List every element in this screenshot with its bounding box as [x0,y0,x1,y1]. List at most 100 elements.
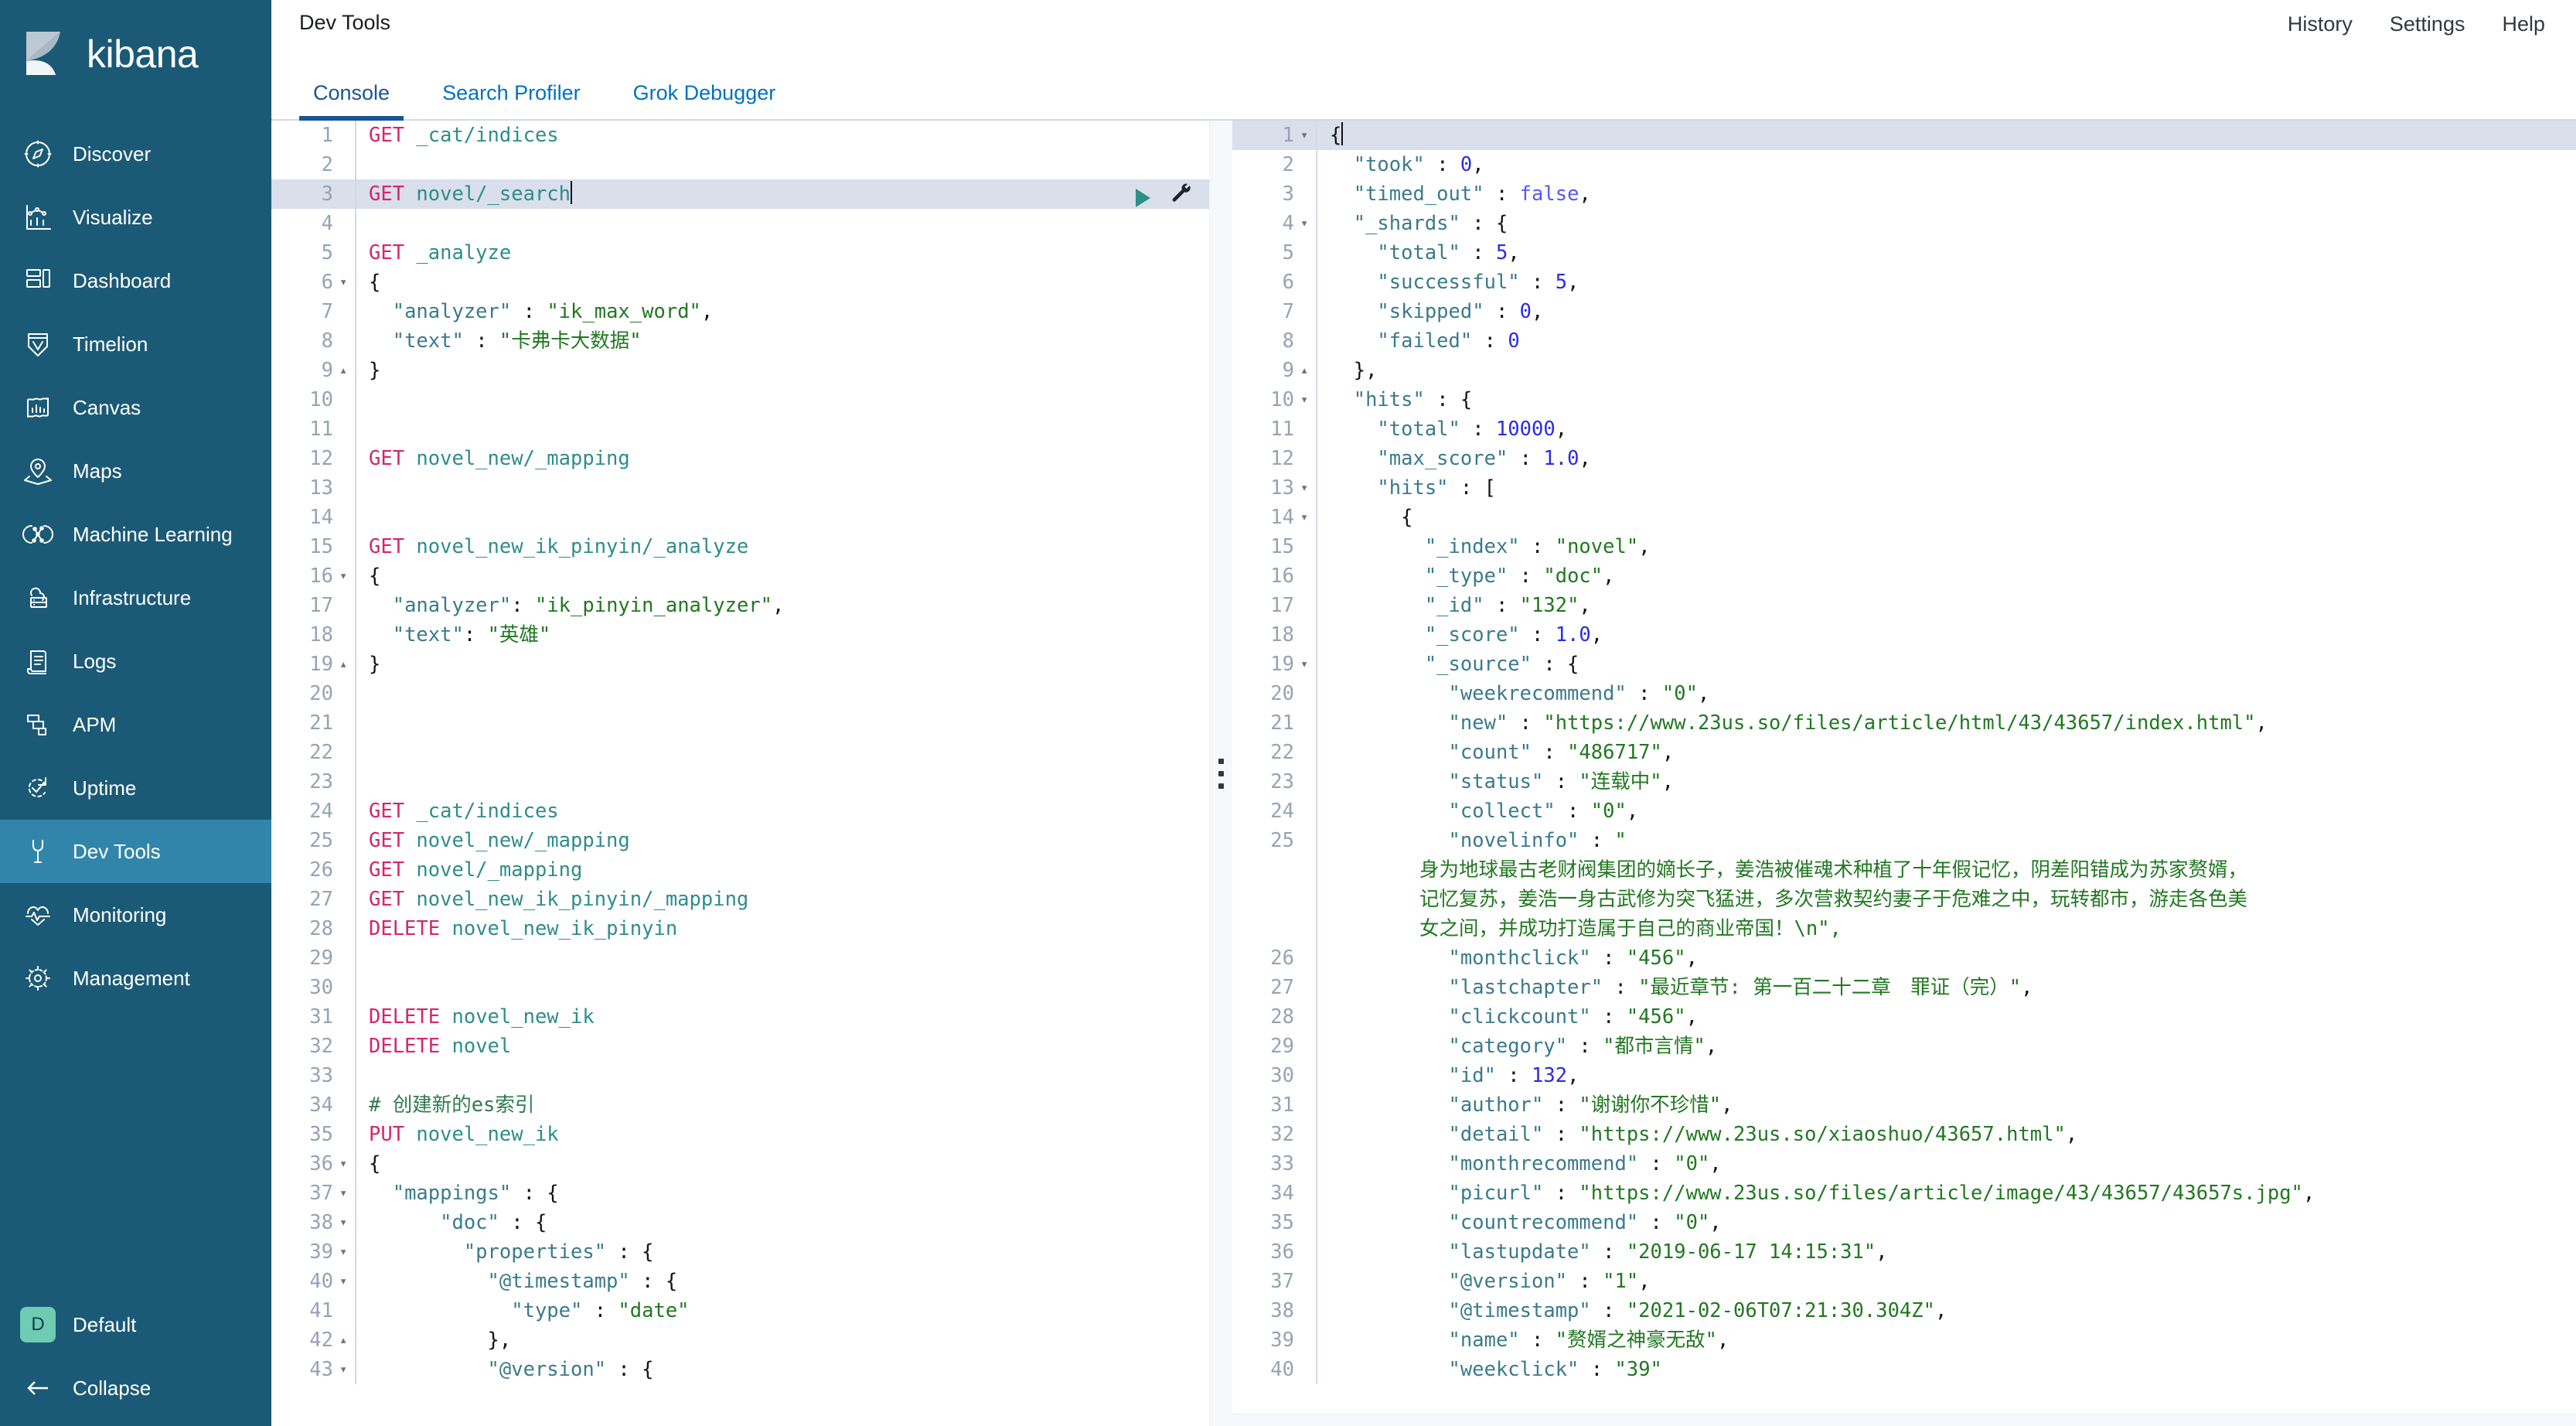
code-line[interactable]: 1▾{ [1232,121,2576,150]
fold-toggle-icon[interactable]: ▾ [1299,650,1316,679]
code-line[interactable]: 1GET _cat/indices [271,121,1209,150]
code-line[interactable]: 8 "failed" : 0 [1232,326,2576,356]
sidebar-item-space-default[interactable]: D Default [0,1293,271,1356]
fold-toggle-icon[interactable]: ▴ [338,356,355,385]
sidebar-item-dev-tools[interactable]: Dev Tools [0,820,271,883]
code-line[interactable]: 3GET novel/_search [271,179,1209,209]
code-line[interactable]: 28 "clickcount" : "456", [1232,1002,2576,1032]
code-line[interactable]: 7 "analyzer" : "ik_max_word", [271,297,1209,326]
code-line[interactable]: 40 "weekclick" : "39" [1232,1355,2576,1384]
code-line[interactable]: 29 "category" : "都市言情", [1232,1032,2576,1061]
fold-toggle-icon[interactable]: ▾ [338,1179,355,1208]
sidebar-item-apm[interactable]: APM [0,693,271,756]
code-line[interactable]: 30 [271,973,1209,1002]
code-line[interactable]: 13 [271,473,1209,503]
code-line[interactable]: 12GET novel_new/_mapping [271,444,1209,473]
code-line[interactable]: 2 "took" : 0, [1232,150,2576,179]
code-line[interactable]: 35 "countrecommend" : "0", [1232,1208,2576,1237]
code-line[interactable]: 30 "id" : 132, [1232,1061,2576,1090]
code-line[interactable]: 5 "total" : 5, [1232,238,2576,268]
code-line[interactable]: 21 "new" : "https://www.23us.so/files/ar… [1232,708,2576,738]
fold-toggle-icon[interactable]: ▾ [1299,473,1316,503]
fold-toggle-icon[interactable]: ▾ [338,268,355,297]
code-line[interactable]: 32 "detail" : "https://www.23us.so/xiaos… [1232,1120,2576,1149]
code-line[interactable]: 40▾ "@timestamp" : { [271,1267,1209,1296]
code-line[interactable]: 34 "picurl" : "https://www.23us.so/files… [1232,1179,2576,1208]
code-line[interactable]: 11 [271,414,1209,444]
code-line[interactable]: 29 [271,943,1209,973]
sidebar-item-maps[interactable]: Maps [0,439,271,503]
code-line[interactable]: 19▴} [271,650,1209,679]
fold-toggle-icon[interactable]: ▾ [338,561,355,591]
code-line[interactable]: 26 "monthclick" : "456", [1232,943,2576,973]
code-line[interactable]: 23 [271,767,1209,797]
sidebar-item-machine-learning[interactable]: Machine Learning [0,503,271,566]
code-line[interactable]: 27 "lastchapter" : "最近章节: 第一百二十二章 罪证（完）"… [1232,973,2576,1002]
code-line[interactable]: 23 "status" : "连载中", [1232,767,2576,797]
code-line[interactable]: 24GET _cat/indices [271,797,1209,826]
code-line[interactable]: 20 [271,679,1209,708]
tab-search-profiler[interactable]: Search Profiler [428,81,595,119]
code-line[interactable]: 14▾ { [1232,503,2576,532]
code-line[interactable]: 17 "analyzer": "ik_pinyin_analyzer", [271,591,1209,620]
play-icon[interactable] [1136,189,1150,207]
code-line[interactable]: 33 "monthrecommend" : "0", [1232,1149,2576,1179]
tab-grok-debugger[interactable]: Grok Debugger [619,81,790,119]
response-horizontal-scrollbar[interactable] [1232,1414,2576,1426]
code-line[interactable]: 5GET _analyze [271,238,1209,268]
pane-resize-handle[interactable] [1209,121,1232,1426]
code-line[interactable]: 37▾ "mappings" : { [271,1179,1209,1208]
code-line[interactable]: 8 "text" : "卡弗卡大数据" [271,326,1209,356]
code-line[interactable]: 39 "name" : "赘婿之神豪无敌", [1232,1325,2576,1355]
sidebar-item-dashboard[interactable]: Dashboard [0,249,271,312]
code-line[interactable]: 6 "successful" : 5, [1232,268,2576,297]
code-line[interactable]: 24 "collect" : "0", [1232,797,2576,826]
code-line[interactable]: 12 "max_score" : 1.0, [1232,444,2576,473]
request-editor[interactable]: 1GET _cat/indices23GET novel/_search45GE… [271,121,1209,1426]
sidebar-item-logs[interactable]: Logs [0,629,271,693]
code-line[interactable]: 21 [271,708,1209,738]
code-line[interactable]: 4 [271,209,1209,238]
response-viewer[interactable]: 1▾{2 "took" : 0,3 "timed_out" : false,4▾… [1232,121,2576,1426]
code-line[interactable]: 4▾ "_shards" : { [1232,209,2576,238]
code-line[interactable]: 11 "total" : 10000, [1232,414,2576,444]
sidebar-item-timelion[interactable]: Timelion [0,312,271,376]
code-line[interactable]: 43▾ "@version" : { [271,1355,1209,1384]
code-line[interactable]: 26GET novel/_mapping [271,855,1209,885]
code-line[interactable]: 15 "_index" : "novel", [1232,532,2576,561]
fold-toggle-icon[interactable]: ▾ [338,1237,355,1267]
code-line[interactable]: 33 [271,1061,1209,1090]
topnav-history[interactable]: History [2288,12,2353,36]
code-line[interactable]: 14 [271,503,1209,532]
fold-toggle-icon[interactable]: ▾ [1299,121,1316,150]
code-line[interactable]: 39▾ "properties" : { [271,1237,1209,1267]
code-line[interactable]: 9▴ }, [1232,356,2576,385]
code-line[interactable]: 2 [271,150,1209,179]
code-line[interactable]: 38▾ "doc" : { [271,1208,1209,1237]
code-line[interactable]: 37 "@version" : "1", [1232,1267,2576,1296]
sidebar-item-canvas[interactable]: Canvas [0,376,271,439]
code-line[interactable]: 34# 创建新的es索引 [271,1090,1209,1120]
code-line[interactable]: 9▴} [271,356,1209,385]
code-line[interactable]: 16▾{ [271,561,1209,591]
code-line[interactable]: 25GET novel_new/_mapping [271,826,1209,855]
sidebar-item-infrastructure[interactable]: Infrastructure [0,566,271,629]
fold-toggle-icon[interactable]: ▾ [1299,503,1316,532]
code-line[interactable]: 31DELETE novel_new_ik [271,1002,1209,1032]
code-line[interactable]: 20 "weekrecommend" : "0", [1232,679,2576,708]
fold-toggle-icon[interactable]: ▴ [338,650,355,679]
code-line[interactable]: 16 "_type" : "doc", [1232,561,2576,591]
kibana-brand[interactable]: kibana [0,0,271,108]
fold-toggle-icon[interactable]: ▴ [338,1325,355,1355]
code-line[interactable]: 36 "lastupdate" : "2019-06-17 14:15:31", [1232,1237,2576,1267]
code-line[interactable]: 3 "timed_out" : false, [1232,179,2576,209]
fold-toggle-icon[interactable]: ▾ [338,1267,355,1296]
fold-toggle-icon[interactable]: ▾ [338,1149,355,1179]
code-line[interactable]: 31 "author" : "谢谢你不珍惜", [1232,1090,2576,1120]
code-line[interactable]: 27GET novel_new_ik_pinyin/_mapping [271,885,1209,914]
code-line[interactable]: 25 "novelinfo" : "身为地球最古老财阀集团的嫡长子，姜浩被催魂术… [1232,826,2576,943]
code-line[interactable]: 28DELETE novel_new_ik_pinyin [271,914,1209,943]
code-line[interactable]: 38 "@timestamp" : "2021-02-06T07:21:30.3… [1232,1296,2576,1325]
fold-toggle-icon[interactable]: ▾ [338,1355,355,1384]
code-line[interactable]: 17 "_id" : "132", [1232,591,2576,620]
